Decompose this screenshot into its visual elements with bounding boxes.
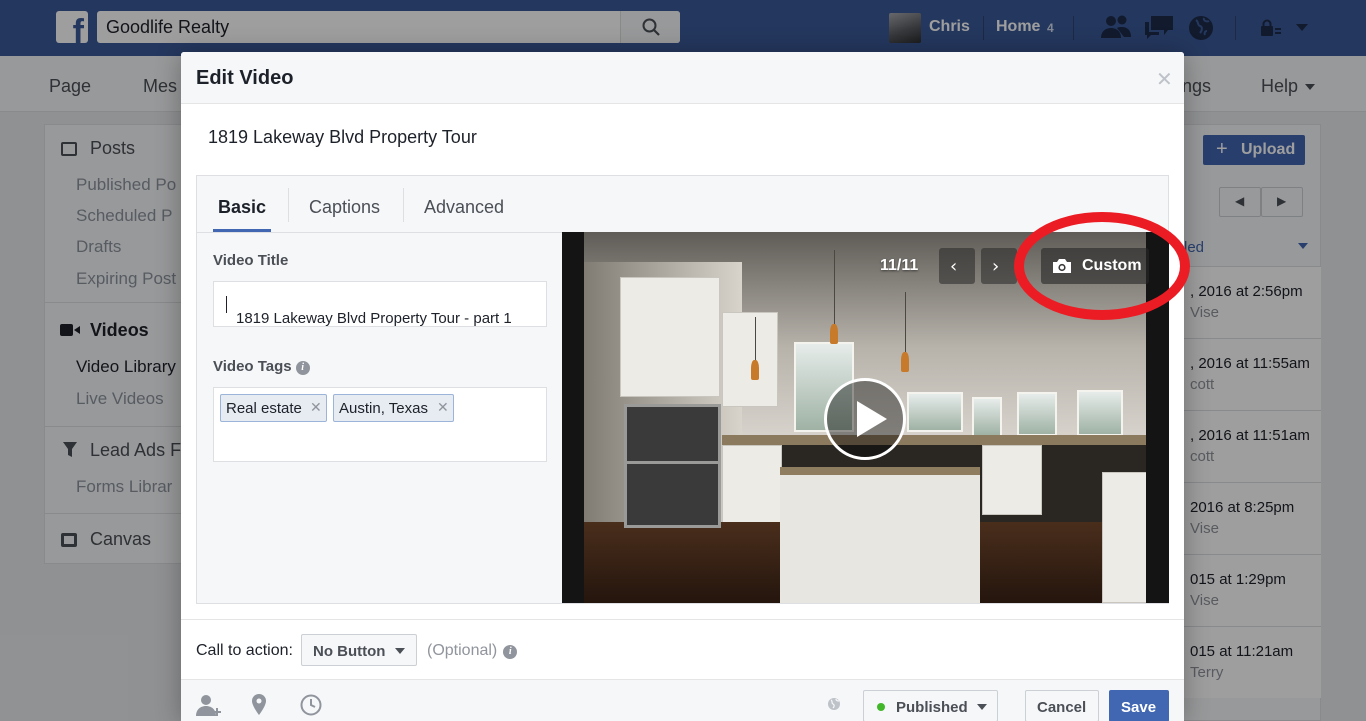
location-pin-icon[interactable] [251,694,267,716]
tab-divider [288,188,289,222]
video-tags-label: Video Tags i [213,358,310,375]
call-to-action-label: Call to action: [196,642,293,659]
remove-tag-close-icon[interactable]: ✕ [310,400,322,416]
thumbnail-scene [620,277,720,397]
published-status-dot [877,703,885,711]
thumbnail-scene [834,250,835,326]
tab-advanced[interactable]: Advanced [424,197,504,218]
chevron-down-icon [977,704,987,710]
settings-tab-bar: Basic Captions Advanced [197,176,1168,233]
thumbnail-scene [1017,392,1057,436]
thumbnail-scene [780,467,980,603]
chevron-down-icon [395,648,405,654]
video-title-value: 1819 Lakeway Blvd Property Tour - part 1 [236,310,512,327]
thumbnail-scene [972,397,1002,437]
call-to-action-row: Call to action: No Button (Optional) i [181,619,1184,679]
video-title-label: Video Title [213,252,289,269]
audience-globe-icon[interactable] [827,697,841,711]
thumbnail-scene [1102,472,1148,603]
video-settings-panel: Basic Captions Advanced Video Title 1819… [196,175,1169,604]
prev-thumbnail-button[interactable]: ‹ [939,248,975,284]
close-icon[interactable]: ✕ [1156,67,1173,91]
thumbnail-scene [905,292,906,354]
thumbnail-scene [755,317,756,362]
thumbnail-scene [1077,390,1123,436]
clock-icon[interactable] [300,694,322,716]
play-icon[interactable] [824,378,906,460]
thumbnail-scene [982,445,1042,515]
tab-divider [403,188,404,222]
optional-hint: (Optional) i [427,642,518,660]
info-icon[interactable]: i [295,361,310,375]
call-to-action-dropdown[interactable]: No Button [301,634,417,666]
edit-video-dialog: Edit Video ✕ 1819 Lakeway Blvd Property … [181,52,1184,721]
save-button[interactable]: Save [1109,690,1169,721]
publish-status-dropdown[interactable]: Published [863,690,998,721]
tag-chip: Austin, Texas ✕ [333,394,454,422]
tab-basic[interactable]: Basic [218,197,266,218]
video-title-field[interactable]: 1819 Lakeway Blvd Property Tour - part 1 [213,281,547,327]
info-icon[interactable]: i [503,645,518,659]
thumbnail-scene [907,392,963,432]
dialog-header: Edit Video ✕ [181,52,1184,104]
thumbnail-scene [722,312,778,407]
remove-tag-close-icon[interactable]: ✕ [437,400,449,416]
text-cursor [226,296,227,313]
active-tab-indicator [213,229,271,232]
video-tags-field[interactable]: Real estate ✕ Austin, Texas ✕ [213,387,547,462]
thumbnail-scene [562,232,584,603]
tag-people-icon[interactable] [196,694,222,716]
tab-captions[interactable]: Captions [309,197,380,218]
thumbnail-scene [722,445,782,525]
thumbnail-scene [722,435,1148,445]
dialog-title: Edit Video [196,67,294,89]
chevron-left-icon: ‹ [950,256,958,277]
thumbnail-scene [624,404,721,528]
thumbnail-scene [751,360,759,380]
tag-chip: Real estate ✕ [220,394,327,422]
next-thumbnail-button[interactable]: › [981,248,1017,284]
cancel-button[interactable]: Cancel [1025,690,1099,721]
highlight-annotation-circle [1014,212,1190,320]
thumbnail-counter: 11/11 [880,257,919,274]
thumbnail-scene [901,352,909,372]
dialog-footer: Published Cancel Save [181,679,1184,721]
video-name-heading: 1819 Lakeway Blvd Property Tour [208,127,477,147]
chevron-right-icon: › [992,256,1000,277]
thumbnail-scene [830,324,838,344]
